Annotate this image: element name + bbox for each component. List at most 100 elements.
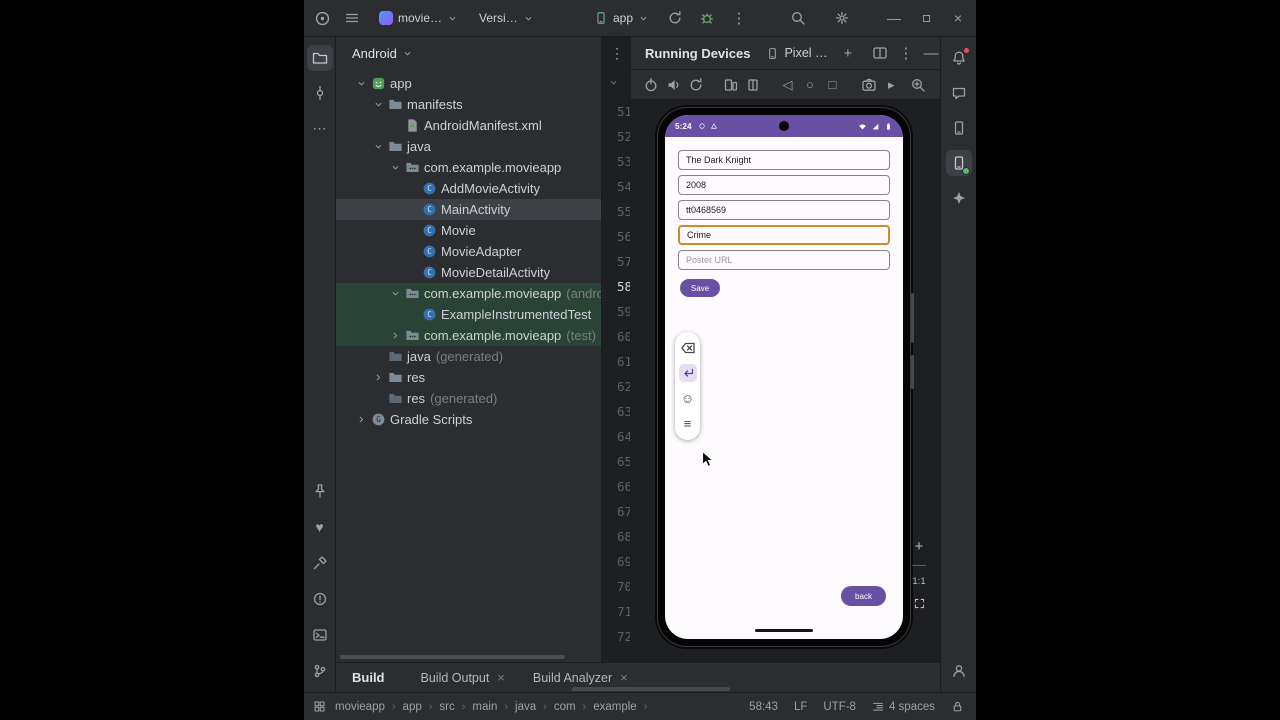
- collapse-chevron-icon[interactable]: [369, 99, 387, 110]
- tree-item-app[interactable]: app: [336, 73, 601, 94]
- save-button[interactable]: Save: [680, 279, 720, 297]
- problems-icon[interactable]: [307, 586, 333, 612]
- editor-options-icon[interactable]: ⋮: [610, 45, 624, 62]
- commit-icon[interactable]: [307, 80, 333, 106]
- build-icon[interactable]: [307, 550, 333, 576]
- title-field[interactable]: [678, 150, 890, 170]
- caret-position[interactable]: 58:43: [749, 701, 778, 713]
- zoom-in-icon[interactable]: +: [915, 538, 924, 555]
- expand-chevron-icon[interactable]: [352, 414, 370, 425]
- project-widget[interactable]: movie…: [373, 8, 464, 28]
- favorites-icon[interactable]: ♥: [307, 514, 333, 540]
- tree-item-java-generated[interactable]: java (generated): [336, 346, 601, 367]
- power-icon[interactable]: [641, 74, 661, 96]
- vcs-widget[interactable]: Versi…: [473, 8, 540, 28]
- tree-item-moviedetailactivity[interactable]: C MovieDetailActivity: [336, 262, 601, 283]
- horizontal-scrollbar[interactable]: [340, 655, 565, 659]
- code-fold-icon[interactable]: [608, 77, 619, 88]
- tree-item-com-example-movieapp[interactable]: com.example.movieapp: [336, 157, 601, 178]
- close-tab-icon[interactable]: ×: [620, 670, 628, 685]
- recents-nav-icon[interactable]: □: [822, 74, 842, 96]
- device-screen[interactable]: 5:24 Save: [665, 115, 903, 639]
- back-button[interactable]: back: [841, 586, 886, 606]
- ai-assistant-icon[interactable]: [946, 80, 972, 106]
- build-title[interactable]: Build: [352, 670, 385, 685]
- breadcrumb-com[interactable]: com: [554, 701, 576, 713]
- emoji-icon[interactable]: ☺: [679, 390, 697, 408]
- breadcrumb-java[interactable]: java: [515, 701, 536, 713]
- gemini-icon[interactable]: [946, 185, 972, 211]
- rotate-icon[interactable]: [686, 74, 706, 96]
- fold-closed-icon[interactable]: [743, 74, 763, 96]
- file-encoding[interactable]: UTF-8: [823, 701, 856, 713]
- add-device-icon[interactable]: +: [844, 42, 853, 64]
- fold-open-icon[interactable]: [720, 74, 740, 96]
- main-menu-icon[interactable]: [340, 6, 364, 30]
- tree-item-com-example-movieapp-test[interactable]: com.example.movieapp (test): [336, 325, 601, 346]
- genre-field[interactable]: [678, 225, 890, 245]
- breadcrumb-src[interactable]: src: [439, 701, 454, 713]
- tree-item-exampleinstrumentedtest[interactable]: C ExampleInstrumentedTest: [336, 304, 601, 325]
- sync-project-icon[interactable]: [663, 6, 687, 30]
- device-tab[interactable]: Pixel …: [760, 42, 833, 64]
- imdb-id-field[interactable]: [678, 200, 890, 220]
- tree-item-com-example-movieapp-androidtest[interactable]: com.example.movieapp (androidTest): [336, 283, 601, 304]
- project-icon[interactable]: [306, 45, 333, 71]
- split-view-icon[interactable]: [872, 42, 888, 64]
- hide-panel-icon[interactable]: —: [923, 42, 938, 64]
- tree-item-movieadapter[interactable]: C MovieAdapter: [336, 241, 601, 262]
- collapse-chevron-icon[interactable]: [386, 288, 404, 299]
- version-control-icon[interactable]: [307, 658, 333, 684]
- project-view-selector[interactable]: Android: [352, 46, 413, 61]
- volume-icon[interactable]: [663, 74, 683, 96]
- enter-icon[interactable]: [678, 364, 697, 383]
- scrollbar-thumb[interactable]: [572, 687, 730, 691]
- readonly-lock-icon[interactable]: [951, 700, 964, 713]
- expand-chevron-icon[interactable]: [386, 330, 404, 341]
- more-options-icon[interactable]: ⋮: [898, 42, 913, 64]
- indent-setting[interactable]: 4 spaces: [872, 701, 935, 713]
- year-field[interactable]: [678, 175, 890, 195]
- more-actions-icon[interactable]: ⋮: [727, 6, 751, 30]
- minimize-window-icon[interactable]: —: [878, 0, 910, 36]
- collapse-chevron-icon[interactable]: [352, 78, 370, 89]
- terminal-icon[interactable]: [307, 622, 333, 648]
- tree-item-res-generated[interactable]: res (generated): [336, 388, 601, 409]
- device-manager-icon[interactable]: [946, 115, 972, 141]
- line-ending[interactable]: LF: [794, 701, 807, 713]
- screenshot-icon[interactable]: [859, 74, 879, 96]
- close-window-icon[interactable]: ×: [942, 0, 974, 36]
- back-nav-icon[interactable]: ◁: [777, 74, 797, 96]
- running-devices-icon[interactable]: [945, 150, 972, 176]
- fit-screen-icon[interactable]: [913, 597, 926, 610]
- tree-item-manifests[interactable]: manifests: [336, 94, 601, 115]
- notifications-icon[interactable]: [946, 45, 972, 71]
- breadcrumb-main[interactable]: main: [472, 701, 497, 713]
- run-configuration[interactable]: app: [588, 8, 655, 28]
- tree-item-res[interactable]: res: [336, 367, 601, 388]
- pin-icon[interactable]: [307, 478, 333, 504]
- tree-item-movie[interactable]: C Movie: [336, 220, 601, 241]
- tree-item-java[interactable]: java: [336, 136, 601, 157]
- expand-icon[interactable]: ▸: [881, 74, 901, 96]
- zoom-mode-icon[interactable]: [908, 74, 928, 96]
- tree-item-gradle-scripts[interactable]: G Gradle Scripts: [336, 409, 601, 430]
- keyboard-menu-icon[interactable]: ≡: [679, 415, 697, 433]
- status-grid-icon[interactable]: [313, 700, 326, 713]
- close-tab-icon[interactable]: ×: [497, 670, 505, 685]
- zoom-ratio-button[interactable]: 1:1: [912, 576, 925, 587]
- collapse-chevron-icon[interactable]: [386, 162, 404, 173]
- home-nav-icon[interactable]: ○: [800, 74, 820, 96]
- expand-chevron-icon[interactable]: [369, 372, 387, 383]
- tree-item-addmovieactivity[interactable]: C AddMovieActivity: [336, 178, 601, 199]
- breadcrumb-example[interactable]: example: [593, 701, 636, 713]
- maximize-window-icon[interactable]: [910, 0, 942, 36]
- settings-gear-icon[interactable]: [830, 6, 854, 30]
- profile-icon[interactable]: [946, 658, 972, 684]
- tab-build-output[interactable]: Build Output ×: [411, 666, 515, 689]
- breadcrumb-movieapp[interactable]: movieapp: [335, 701, 385, 713]
- poster-url-field[interactable]: [678, 250, 890, 270]
- tree-item-androidmanifest-xml[interactable]: AndroidManifest.xml: [336, 115, 601, 136]
- search-everywhere-icon[interactable]: [786, 6, 810, 30]
- backspace-icon[interactable]: [679, 339, 697, 357]
